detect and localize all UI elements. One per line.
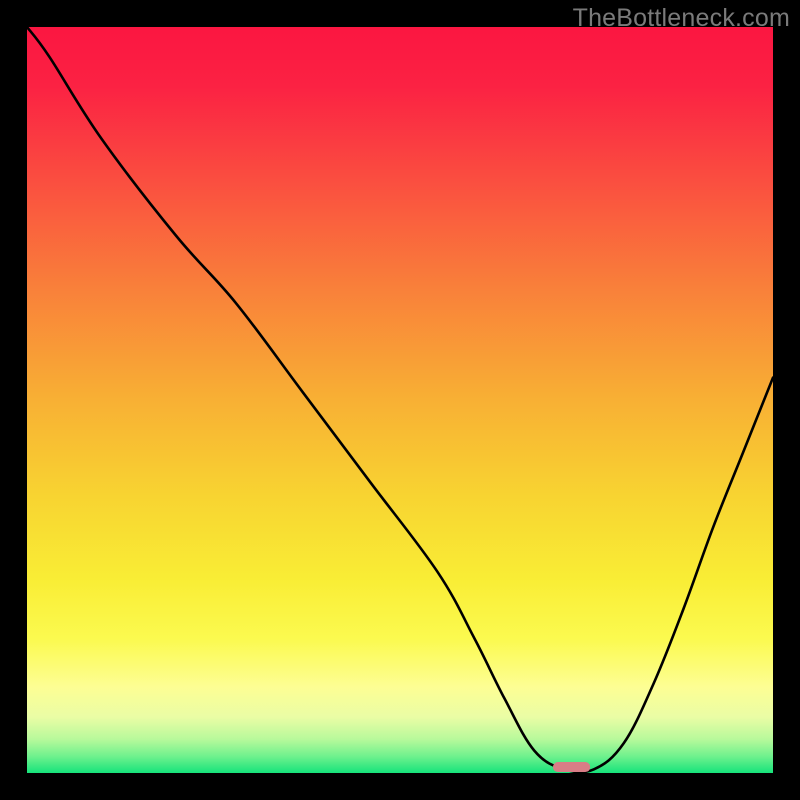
outer-frame: TheBottleneck.com (0, 0, 800, 800)
optimal-marker (553, 762, 590, 772)
chart-container (27, 27, 773, 773)
chart-background (27, 27, 773, 773)
chart-svg (27, 27, 773, 773)
